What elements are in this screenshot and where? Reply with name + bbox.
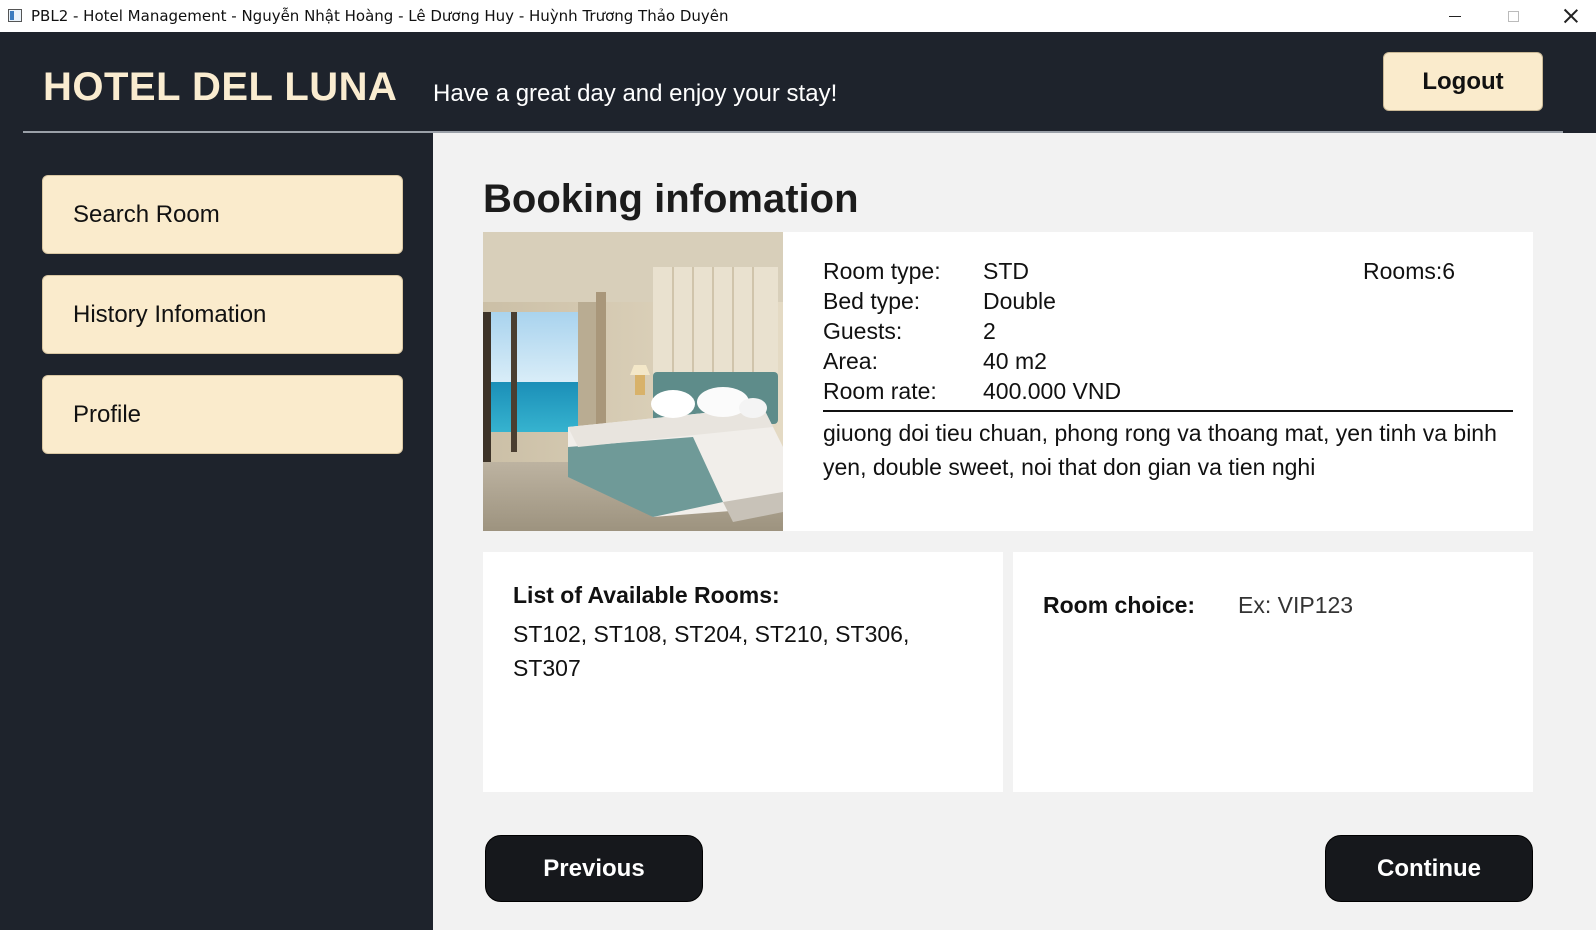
room-choice-input[interactable] [1228,586,1528,624]
room-description: giuong doi tieu chuan, phong rong va tho… [823,420,1497,480]
sidebar: Search Room History Infomation Profile [0,133,433,930]
close-icon [1564,9,1578,23]
window-titlebar: PBL2 - Hotel Management - Nguyễn Nhật Ho… [0,0,1596,33]
details-divider [823,410,1513,412]
close-button[interactable] [1542,0,1596,32]
field-label: Room rate: [823,378,937,404]
window-title: PBL2 - Hotel Management - Nguyễn Nhật Ho… [31,7,729,25]
page-title: Booking infomation [483,177,859,221]
rooms-count: Rooms:6 [1363,258,1456,284]
sidebar-item-search-room[interactable]: Search Room [42,175,403,254]
maximize-button[interactable] [1484,0,1542,32]
field-value: 400.000 VND [983,378,1122,404]
room-choice-label: Room choice: [1043,592,1196,618]
room-choice-card: Room choice: [1013,552,1533,792]
maximize-icon [1507,10,1519,22]
field-value: Double [983,288,1056,314]
app-window-icon [8,9,22,22]
sidebar-item-history-infomation[interactable]: History Infomation [42,275,403,354]
header-tagline: Have a great day and enjoy your stay! [433,80,838,107]
field-label: Room type: [823,258,941,284]
continue-button[interactable]: Continue [1325,835,1533,902]
sidebar-item-profile[interactable]: Profile [42,375,403,454]
available-rooms-card: List of Available Rooms: ST102, ST108, S… [483,552,1003,792]
app-header: HOTEL DEL LUNA Have a great day and enjo… [0,32,1596,132]
field-label: Area: [823,348,878,374]
logout-button[interactable]: Logout [1383,52,1543,111]
minimize-button[interactable] [1426,0,1484,32]
main-content: Booking infomation Room type: STD Bed ty… [433,133,1596,930]
field-value: 40 m2 [983,348,1047,374]
hotel-room-photo [483,232,783,531]
field-value: STD [983,258,1029,284]
brand-title: HOTEL DEL LUNA [43,65,398,109]
previous-button[interactable]: Previous [485,835,703,902]
field-value: 2 [983,318,996,344]
field-label: Guests: [823,318,903,344]
minimize-icon [1449,15,1461,17]
available-rooms-title: List of Available Rooms: [513,582,780,608]
available-rooms-list: ST102, ST108, ST204, ST210, ST306, ST307 [513,621,910,681]
field-label: Bed type: [823,288,921,314]
room-details-card: Room type: STD Bed type: Double Guests: … [483,232,1533,531]
